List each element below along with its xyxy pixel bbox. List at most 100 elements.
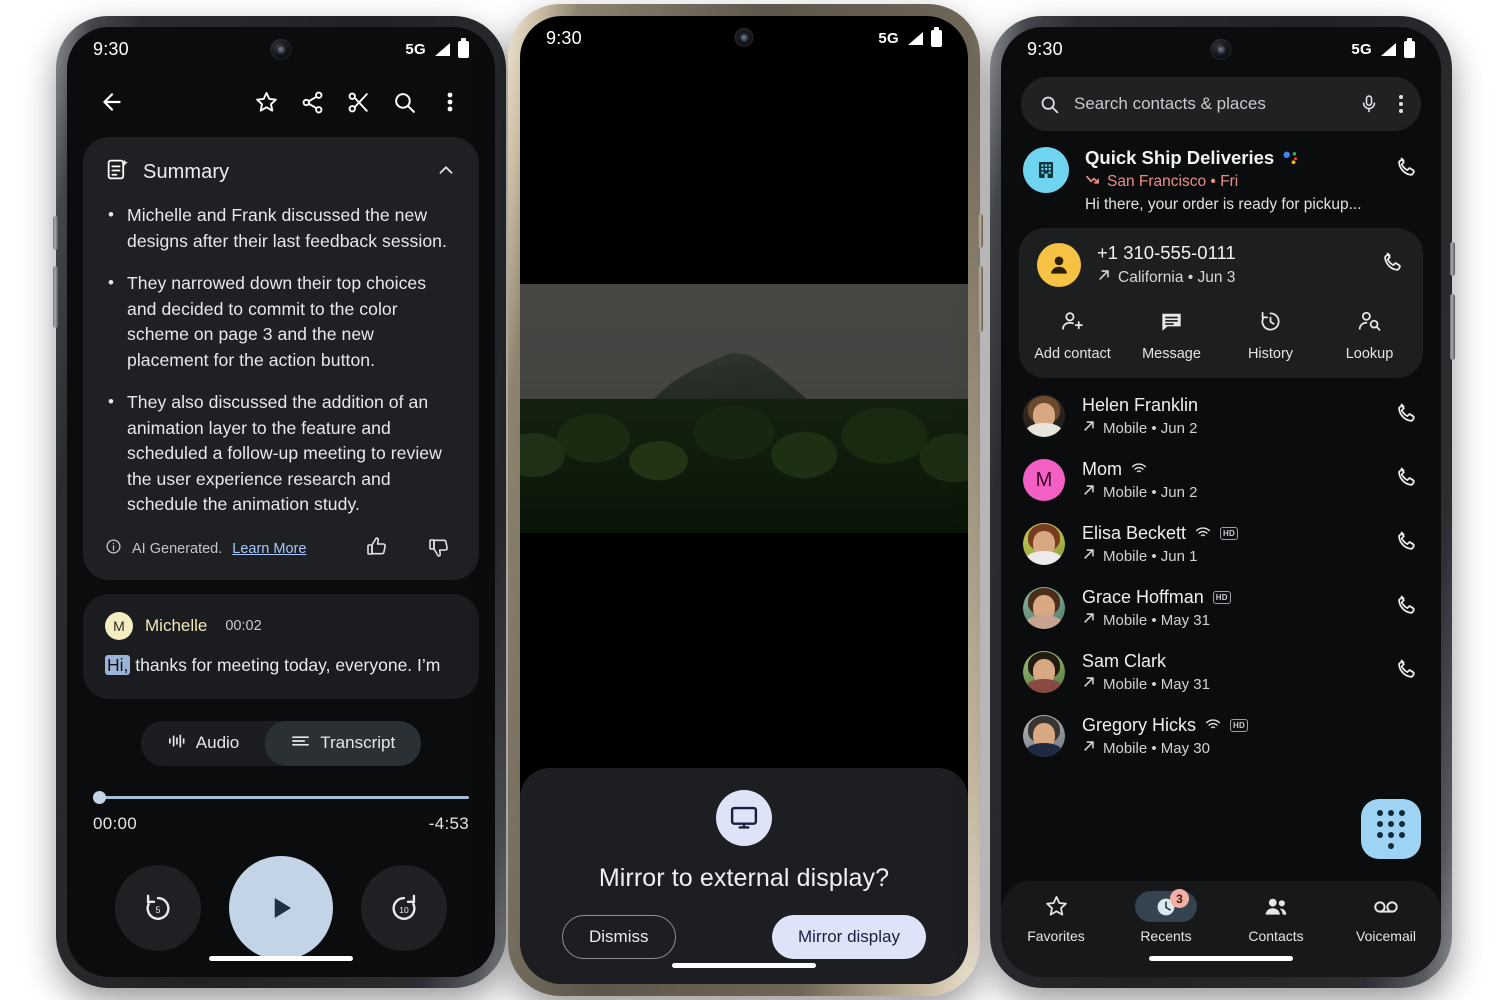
summary-bullet: Michelle and Frank discussed the new des… (105, 202, 457, 254)
back-button[interactable] (89, 89, 135, 115)
volume-button[interactable] (1450, 294, 1455, 360)
call-button[interactable] (1380, 250, 1405, 280)
bottom-navigation: Favorites 3 Recents Contacts Voicemail (1001, 881, 1441, 977)
call-button[interactable] (1394, 147, 1419, 185)
mode-tabs: Audio Transcript (67, 720, 495, 766)
summary-bullet: They also discussed the addition of an a… (105, 389, 457, 518)
outgoing-call-icon (1082, 547, 1096, 565)
seek-slider[interactable] (93, 790, 469, 804)
hd-voice-icon: HD (1220, 527, 1239, 540)
battery-icon (1404, 37, 1415, 58)
contact-meta: Mobile • Jun 1 (1082, 547, 1238, 565)
transcript-card[interactable]: M Michelle 00:02 Hi, thanks for meeting … (83, 593, 479, 699)
message-button[interactable]: Message (1122, 309, 1221, 362)
chevron-up-icon[interactable] (435, 159, 457, 186)
call-button[interactable] (1394, 529, 1419, 559)
microphone-icon[interactable] (1359, 94, 1379, 114)
contact-detail: Mobile • Jun 1 (1103, 547, 1198, 565)
list-item[interactable]: Grace Hoffman HD Mobile • May 31 (1001, 576, 1441, 640)
list-item[interactable]: M Mom Mobile • Jun 2 (1001, 448, 1441, 512)
list-item-details: Sam Clark Mobile • May 31 (1082, 651, 1210, 693)
mirror-display-button[interactable]: Mirror display (771, 915, 926, 959)
lookup-button[interactable]: Lookup (1320, 309, 1419, 362)
phone-middle-mirror-dialog: 9:30 5G Mirror to external display? Dism… (508, 4, 983, 996)
search-input[interactable]: Search contacts & places (1021, 77, 1421, 131)
tab-contacts[interactable]: Contacts (1221, 891, 1331, 977)
list-item[interactable]: Sam Clark Mobile • May 31 (1001, 640, 1441, 704)
status-badge: 3 (1170, 889, 1189, 908)
contact-meta: Mobile • May 31 (1082, 611, 1231, 629)
gesture-bar[interactable] (1149, 956, 1293, 961)
business-details: Quick Ship Deliveries San Francisco • Fr… (1085, 147, 1362, 214)
business-name: Quick Ship Deliveries (1085, 147, 1275, 168)
tab-recents[interactable]: 3 Recents (1111, 889, 1221, 977)
transcript-speaker-row: M Michelle 00:02 (105, 611, 457, 640)
tab-favorites-label: Favorites (1027, 928, 1085, 944)
app-toolbar (67, 71, 495, 133)
thumb-up-icon[interactable] (365, 535, 389, 564)
search-icon[interactable] (381, 90, 427, 115)
phone-right-dialer: 9:30 5G Search contacts & places Quick S… (990, 16, 1455, 988)
avatar (1023, 587, 1065, 629)
share-icon[interactable] (289, 90, 335, 115)
thumb-down-icon[interactable] (427, 535, 451, 564)
volume-button[interactable] (53, 266, 58, 328)
contact-meta: Mobile • Jun 2 (1082, 483, 1197, 501)
star-icon[interactable] (243, 90, 289, 115)
tab-favorites[interactable]: Favorites (1001, 891, 1111, 977)
tab-audio-label: Audio (195, 733, 240, 752)
tab-transcript[interactable]: Transcript (265, 720, 422, 766)
call-button[interactable] (1394, 593, 1419, 623)
history-button[interactable]: History (1221, 309, 1320, 362)
missed-call-icon (1085, 173, 1100, 191)
list-item[interactable]: Elisa Beckett HD Mobile • Jun 1 (1001, 512, 1441, 576)
contact-meta: Mobile • May 31 (1082, 675, 1210, 693)
tab-voicemail-label: Voicemail (1356, 928, 1416, 944)
dialpad-fab[interactable] (1361, 799, 1421, 859)
tab-voicemail[interactable]: Voicemail (1331, 891, 1441, 977)
unknown-number-card[interactable]: +1 310-555-0111 California • Jun 3 (1019, 228, 1423, 301)
tab-recents-label: Recents (1140, 928, 1192, 944)
number-call-meta: California • Jun 3 (1097, 268, 1236, 287)
outgoing-call-icon (1082, 611, 1096, 629)
summary-card[interactable]: Summary Michelle and Frank discussed the… (83, 137, 479, 580)
transcript-text: thanks for meeting today, everyone. I’m (130, 654, 441, 675)
play-button[interactable] (229, 855, 333, 960)
summary-bullets: Michelle and Frank discussed the new des… (105, 202, 457, 518)
slider-track (93, 795, 469, 799)
dismiss-button[interactable]: Dismiss (562, 915, 676, 959)
outgoing-call-icon (1082, 483, 1096, 501)
summary-header[interactable]: Summary (105, 157, 457, 187)
status-time: 9:30 (1027, 38, 1063, 59)
learn-more-link[interactable]: Learn More (232, 541, 306, 557)
business-result-row[interactable]: Quick Ship Deliveries San Francisco • Fr… (1001, 131, 1441, 224)
slider-thumb[interactable] (93, 790, 106, 804)
contact-name-row: Helen Franklin (1082, 395, 1198, 416)
side-button[interactable] (53, 216, 58, 250)
overflow-menu-icon[interactable] (1393, 95, 1403, 113)
call-button[interactable] (1394, 401, 1419, 431)
svg-text:10: 10 (399, 905, 409, 915)
phone-screen: 9:30 5G Mirror to external display? Dism… (520, 16, 968, 984)
tab-audio[interactable]: Audio (141, 721, 265, 766)
ai-disclaimer: AI Generated. Learn More (105, 535, 457, 564)
volume-button[interactable] (978, 266, 983, 332)
scissors-icon[interactable] (335, 90, 381, 115)
gesture-bar[interactable] (672, 963, 816, 968)
call-button[interactable] (1394, 657, 1419, 687)
list-item[interactable]: Helen Franklin Mobile • Jun 2 (1001, 384, 1441, 448)
side-button[interactable] (1450, 242, 1455, 276)
contacts-people-icon (1265, 898, 1287, 915)
overflow-menu-icon[interactable] (427, 90, 473, 114)
summary-bullet: They narrowed down their top choices and… (105, 270, 457, 373)
outgoing-call-icon (1097, 268, 1111, 287)
list-item[interactable]: Gregory Hicks HD Mobile • May 30 (1001, 704, 1441, 768)
add-contact-button[interactable]: Add contact (1023, 309, 1122, 362)
rewind-5-button[interactable]: 5 (115, 864, 201, 951)
side-button[interactable] (978, 214, 983, 248)
status-icons: 5G (878, 26, 942, 47)
call-button[interactable] (1394, 465, 1419, 495)
gesture-bar[interactable] (209, 956, 353, 961)
phone-screen: 9:30 5G Summary • Michelle and Frank dis… (67, 27, 495, 977)
forward-10-button[interactable]: 10 (361, 864, 447, 951)
